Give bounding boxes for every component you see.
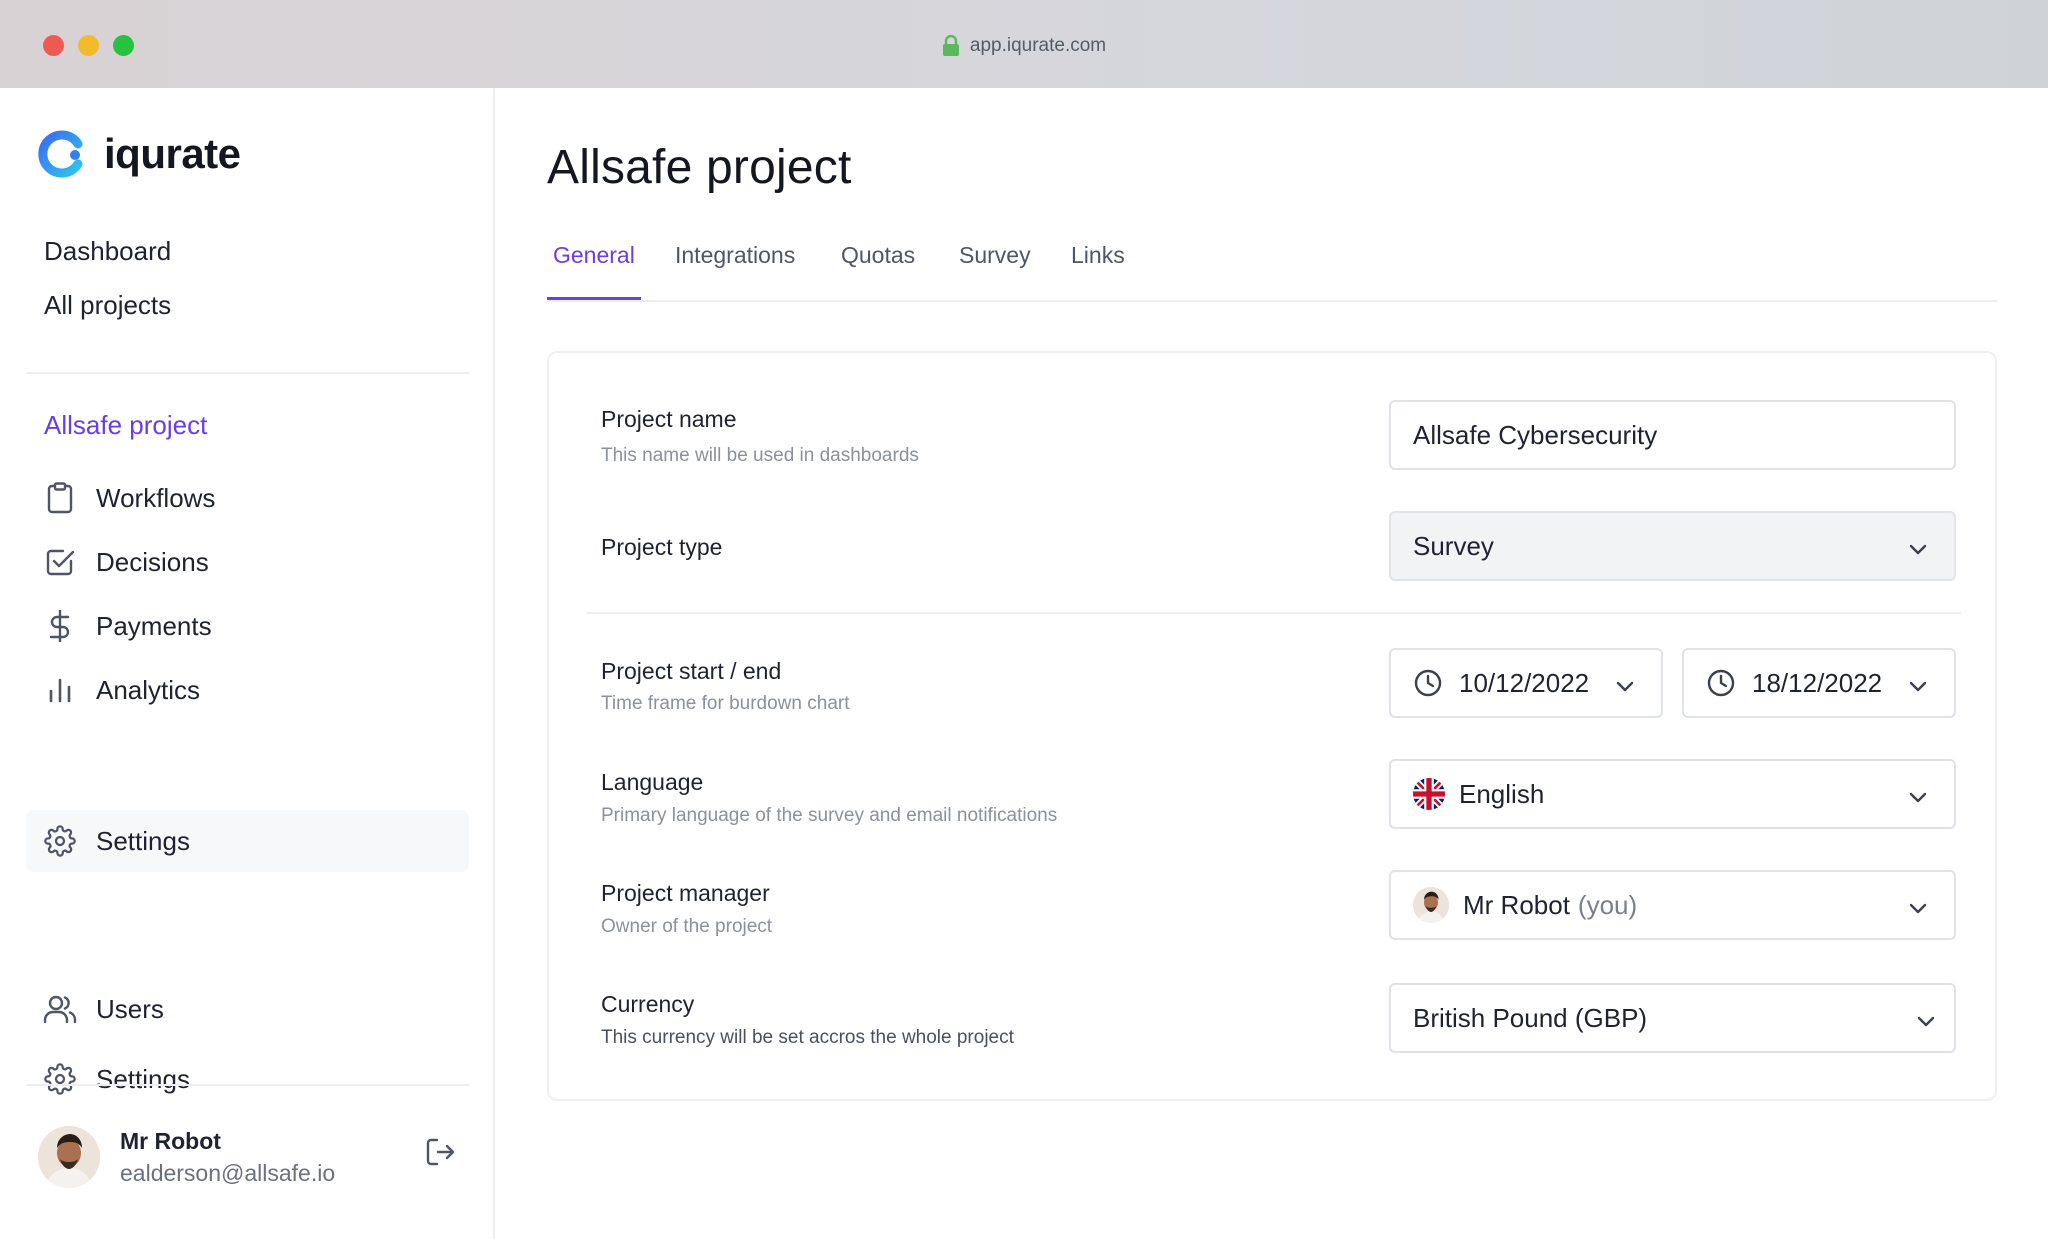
- start-date-picker[interactable]: 10/12/2022: [1389, 648, 1663, 718]
- nav-dashboard[interactable]: Dashboard: [44, 236, 171, 267]
- project-manager-label: Project manager: [601, 880, 770, 906]
- project-name-input[interactable]: Allsafe Cybersecurity: [1389, 400, 1956, 470]
- logout-icon[interactable]: [424, 1136, 456, 1168]
- nav-all-projects[interactable]: All projects: [44, 290, 171, 321]
- tab-bar: General Integrations Quotas Survey Links: [547, 238, 1997, 302]
- clipboard-icon: [42, 480, 78, 516]
- chevron-down-icon: [1909, 544, 1927, 555]
- project-manager-value: Mr Robot: [1463, 889, 1570, 920]
- browser-chrome: app.iqurate.com: [0, 0, 2048, 88]
- project-name-value: Allsafe Cybersecurity: [1413, 419, 1658, 450]
- project-name-label: Project name: [601, 406, 737, 432]
- uk-flag-icon: [1413, 778, 1445, 810]
- sidebar-item-label: Decisions: [96, 546, 209, 577]
- sidebar-item-settings[interactable]: Settings: [26, 1048, 469, 1110]
- clock-icon: [1707, 669, 1735, 697]
- tab-general[interactable]: General: [547, 242, 641, 300]
- users-icon: [42, 991, 78, 1027]
- sidebar: iqurate Dashboard All projects Allsafe p…: [0, 88, 495, 1239]
- project-dates-label: Project start / end: [601, 658, 782, 684]
- address-bar[interactable]: app.iqurate.com: [0, 31, 2048, 61]
- checkbox-icon: [42, 544, 78, 580]
- tab-survey[interactable]: Survey: [953, 242, 1037, 300]
- language-select[interactable]: English: [1389, 759, 1956, 829]
- card-divider: [587, 612, 1961, 614]
- sidebar-item-payments[interactable]: Payments: [26, 595, 469, 657]
- gear-icon: [42, 1061, 78, 1097]
- brand-name: iqurate: [104, 130, 241, 177]
- general-settings-card: Project name This name will be used in d…: [547, 351, 1997, 1101]
- end-date-picker[interactable]: 18/12/2022: [1682, 648, 1956, 718]
- project-type-value: Survey: [1413, 530, 1494, 561]
- project-manager-help: Owner of the project: [601, 916, 773, 937]
- gear-icon: [42, 823, 78, 859]
- project-dates-help: Time frame for burdown chart: [601, 693, 850, 714]
- sidebar-item-users[interactable]: Users: [26, 978, 469, 1040]
- avatar[interactable]: [38, 1126, 100, 1188]
- project-name-help: This name will be used in dashboards: [601, 445, 919, 466]
- clock-icon: [1414, 669, 1442, 697]
- currency-value: British Pound (GBP): [1413, 1002, 1648, 1033]
- chevron-down-icon: [1909, 903, 1927, 914]
- currency-label: Currency: [601, 991, 695, 1017]
- dollar-icon: [42, 608, 78, 644]
- sidebar-item-settings-project[interactable]: Settings: [26, 810, 469, 872]
- language-help: Primary language of the survey and email…: [601, 805, 1058, 826]
- language-label: Language: [601, 769, 704, 795]
- project-manager-suffix: (you): [1577, 889, 1638, 920]
- chevron-down-icon: [1909, 681, 1927, 692]
- tab-links[interactable]: Links: [1065, 242, 1131, 300]
- sidebar-item-decisions[interactable]: Decisions: [26, 531, 469, 593]
- page-title: Allsafe project: [547, 141, 852, 194]
- sidebar-item-label: Workflows: [96, 482, 216, 513]
- url-text: app.iqurate.com: [969, 35, 1107, 56]
- project-type-select[interactable]: Survey: [1389, 511, 1956, 581]
- lock-icon: [942, 35, 960, 57]
- bar-chart-icon: [42, 672, 78, 708]
- user-profile[interactable]: Mr Robot ealderson@allsafe.io: [38, 1124, 458, 1194]
- sidebar-item-label: Payments: [96, 610, 212, 641]
- start-date-value: 10/12/2022: [1459, 667, 1590, 698]
- project-type-label: Project type: [601, 534, 723, 560]
- sidebar-item-label: Analytics: [96, 674, 201, 705]
- logo-icon: [38, 130, 83, 178]
- avatar: [1413, 887, 1449, 923]
- tab-quotas[interactable]: Quotas: [835, 242, 921, 300]
- sidebar-project-title[interactable]: Allsafe project: [44, 410, 207, 441]
- chevron-down-icon: [1917, 1016, 1935, 1027]
- user-name: Mr Robot: [120, 1128, 221, 1154]
- sidebar-divider: [26, 372, 469, 374]
- end-date-value: 18/12/2022: [1752, 667, 1883, 698]
- sidebar-item-analytics[interactable]: Analytics: [26, 659, 469, 721]
- currency-select[interactable]: British Pound (GBP): [1389, 983, 1956, 1053]
- sidebar-divider: [26, 1084, 469, 1086]
- sidebar-item-workflows[interactable]: Workflows: [26, 467, 469, 529]
- brand[interactable]: iqurate: [38, 130, 241, 178]
- sidebar-item-label: Settings: [96, 1063, 190, 1094]
- sidebar-item-label: Users: [96, 993, 164, 1024]
- sidebar-item-label: Settings: [96, 825, 190, 856]
- tab-integrations[interactable]: Integrations: [669, 242, 801, 300]
- chevron-down-icon: [1616, 681, 1634, 692]
- project-manager-select[interactable]: Mr Robot (you): [1389, 870, 1956, 940]
- currency-help: This currency will be set accros the who…: [601, 1027, 1014, 1048]
- user-email: ealderson@allsafe.io: [120, 1160, 336, 1186]
- chevron-down-icon: [1909, 792, 1927, 803]
- language-value: English: [1459, 778, 1545, 809]
